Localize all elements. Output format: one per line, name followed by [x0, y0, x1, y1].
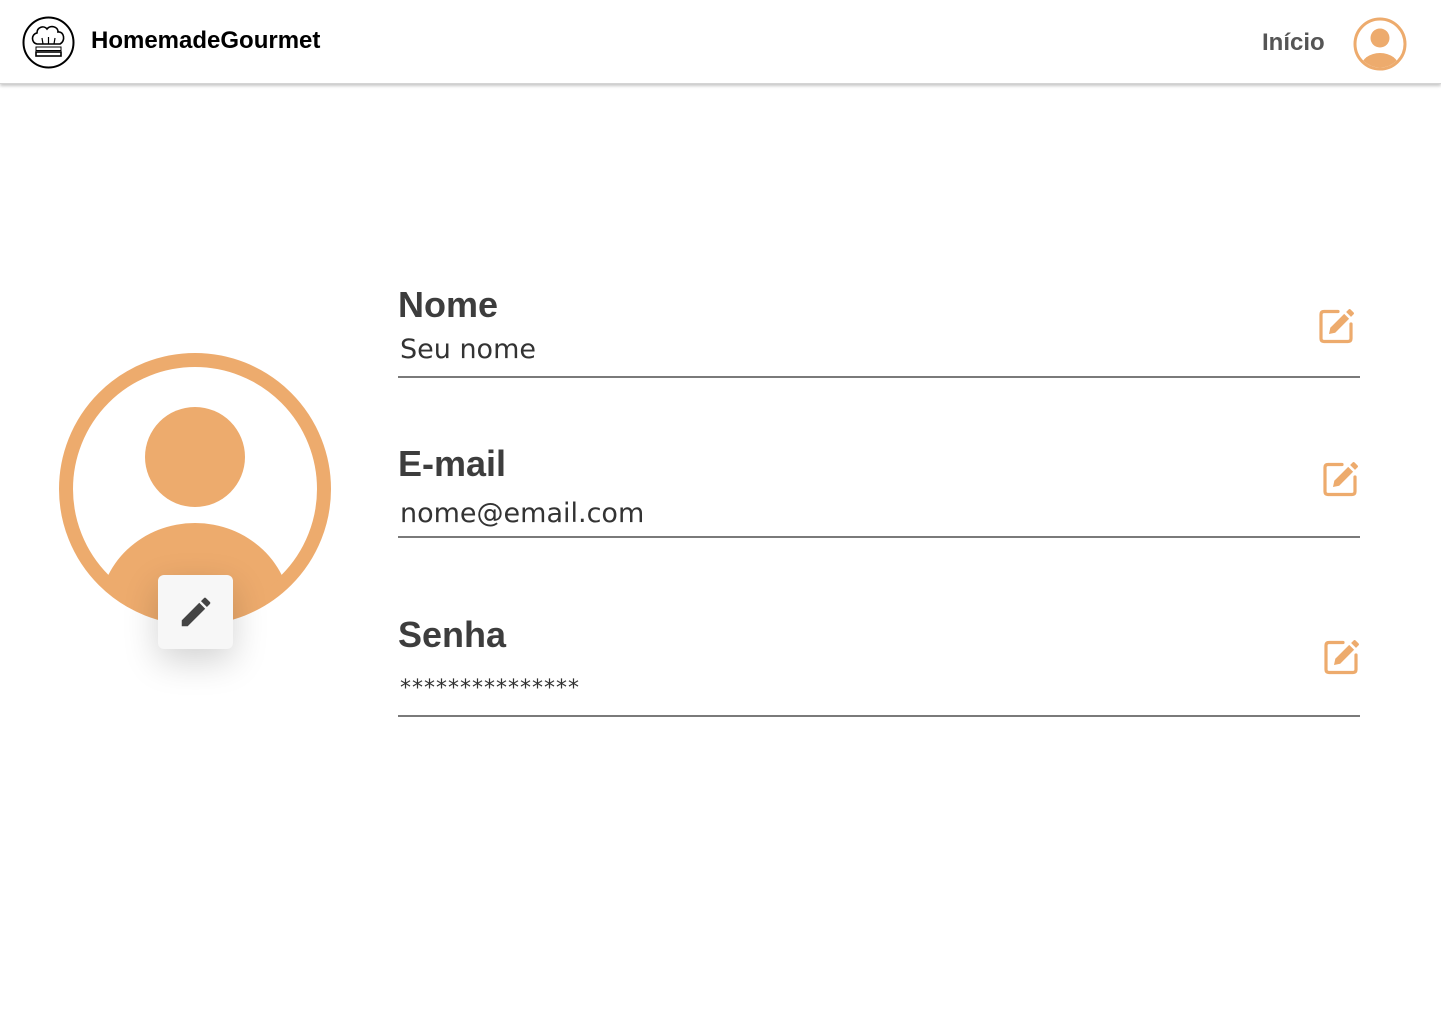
chef-hat-logo-icon[interactable] — [22, 16, 75, 69]
email-value[interactable]: nome@email.com — [400, 498, 644, 529]
name-value[interactable]: Seu nome — [400, 334, 536, 365]
edit-photo-button[interactable] — [158, 575, 233, 649]
edit-email-icon[interactable] — [1322, 460, 1360, 498]
edit-name-icon[interactable] — [1318, 307, 1356, 345]
email-label: E-mail — [398, 443, 507, 484]
password-underline — [398, 715, 1360, 717]
pencil-icon — [181, 597, 210, 627]
password-value[interactable]: *************** — [400, 676, 580, 701]
brand-name: HomemadeGourmet — [91, 27, 321, 54]
nav-link-inicio[interactable]: Início — [1262, 29, 1325, 57]
edit-password-icon[interactable] — [1323, 638, 1361, 676]
name-underline — [398, 376, 1360, 378]
email-underline — [398, 536, 1360, 538]
user-avatar-icon[interactable] — [1353, 17, 1407, 71]
name-label: Nome — [398, 284, 499, 325]
navbar: HomemadeGourmet Início — [0, 0, 1441, 84]
password-label: Senha — [398, 614, 507, 655]
